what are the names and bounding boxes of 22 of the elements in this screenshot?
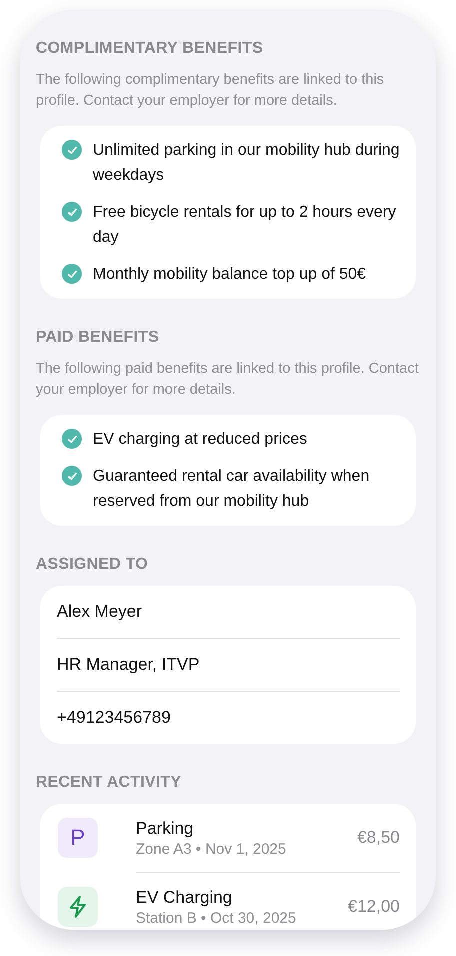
activity-amount: €8,50 bbox=[357, 828, 400, 848]
activity-details: Zone A3 • Nov 1, 2025 bbox=[136, 840, 288, 858]
parking-icon: P bbox=[58, 818, 98, 858]
benefit-text: Unlimited parking in our mobility hub during weekdays bbox=[93, 141, 401, 186]
benefit-text: EV charging at reduced prices bbox=[93, 430, 308, 450]
contact-field: Alex Meyer bbox=[57, 586, 400, 639]
section-heading: ASSIGNED TO bbox=[36, 556, 150, 574]
activity-amount: €12,00 bbox=[348, 897, 400, 917]
benefit-text: Guaranteed rental car availability when reserved from our mobility hub bbox=[93, 467, 371, 512]
contact-field: +49123456789 bbox=[57, 692, 400, 744]
benefit-text: Monthly mobility balance top up of 50€ bbox=[93, 265, 366, 285]
section-heading: COMPLIMENTARY BENEFITS bbox=[36, 40, 264, 58]
section-description: The following complimentary benefits are linked to this profile. Contact your employer for more details. bbox=[36, 71, 386, 111]
activity-title: EV Charging bbox=[136, 888, 234, 908]
activity-details: Station B • Oct 30, 2025 bbox=[136, 910, 298, 926]
section-description: The following paid benefits are linked to this profile. Contact your employer for more details. bbox=[36, 360, 420, 400]
contact-field: HR Manager, ITVP bbox=[57, 639, 400, 692]
activity-title: Parking bbox=[136, 818, 195, 838]
section-heading: RECENT ACTIVITY bbox=[36, 774, 183, 792]
lightning-icon bbox=[58, 887, 98, 927]
section-heading: PAID BENEFITS bbox=[36, 329, 160, 347]
benefit-text: Free bicycle rentals for up to 2 hours every day bbox=[93, 203, 398, 248]
